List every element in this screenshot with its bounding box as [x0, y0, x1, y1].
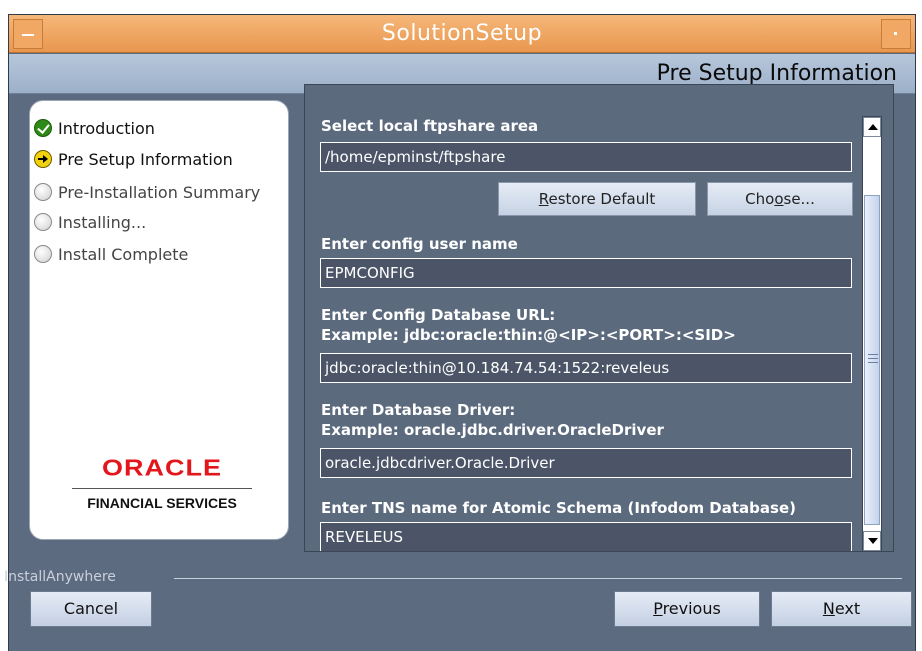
- step-label: Install Complete: [58, 244, 189, 264]
- next-mnemonic: N: [822, 599, 835, 618]
- window-menu-icon[interactable]: [881, 19, 911, 49]
- ftpshare-input[interactable]: /home/epminst/ftpshare: [320, 142, 852, 172]
- db-driver-label: Enter Database Driver:: [321, 401, 516, 419]
- oracle-logo: ORACLE FINANCIAL SERVICES: [72, 453, 252, 511]
- next-label-rest: ext: [834, 599, 861, 618]
- step-label: Introduction: [58, 118, 155, 138]
- scrollbar-thumb[interactable]: [864, 195, 880, 525]
- installanywhere-label: InstallAnywhere: [4, 569, 116, 585]
- db-driver-input[interactable]: oracle.jdbcdriver.Oracle.Driver: [320, 448, 852, 478]
- db-driver-example: Example: oracle.jdbc.driver.OracleDriver: [321, 421, 664, 439]
- footer-divider: [174, 578, 902, 579]
- config-user-input[interactable]: EPMCONFIG: [320, 258, 852, 288]
- previous-label-rest: revious: [662, 599, 721, 618]
- empty-circle-icon: [34, 183, 52, 201]
- step-installing: Installing...: [34, 211, 146, 233]
- grip-line: [868, 358, 878, 359]
- choose-label-pre: Cho: [745, 190, 775, 208]
- config-db-url-example: Example: jdbc:oracle:thin:@<IP>:<PORT>:<…: [321, 326, 736, 344]
- empty-circle-icon: [34, 245, 52, 263]
- previous-mnemonic: P: [653, 599, 663, 618]
- step-pre-installation-summary: Pre-Installation Summary: [34, 181, 260, 203]
- step-label: Pre Setup Information: [58, 149, 233, 169]
- restore-label-rest: estore Default: [548, 190, 656, 208]
- grip-line: [868, 362, 878, 363]
- step-introduction: Introduction: [34, 117, 155, 139]
- cancel-button[interactable]: Cancel: [30, 591, 152, 627]
- steps-panel: Introduction Pre Setup Information Pre-I…: [29, 100, 289, 540]
- step-label: Pre-Installation Summary: [58, 182, 261, 202]
- oracle-wordmark: ORACLE: [102, 455, 222, 481]
- title-bar[interactable]: SolutionSetup: [9, 15, 915, 53]
- ftpshare-label: Select local ftpshare area: [321, 117, 539, 135]
- tns-name-input[interactable]: REVELEUS: [320, 522, 852, 551]
- restore-mnemonic: R: [538, 190, 549, 208]
- oracle-subtitle: FINANCIAL SERVICES: [87, 495, 237, 511]
- config-db-url-input[interactable]: jdbc:oracle:thin@10.184.74.54:1522:revel…: [320, 353, 852, 383]
- step-pre-setup-information: Pre Setup Information: [34, 148, 233, 170]
- form-scroll-area: Select local ftpshare area /home/epminst…: [305, 85, 855, 551]
- choose-label-rest: se...: [783, 190, 815, 208]
- check-icon: [34, 119, 52, 137]
- empty-circle-icon: [34, 213, 52, 231]
- scroll-down-icon[interactable]: [863, 531, 881, 551]
- tns-name-label: Enter TNS name for Atomic Schema (Infodo…: [321, 499, 796, 517]
- next-button[interactable]: Next: [771, 591, 912, 627]
- step-install-complete: Install Complete: [34, 243, 188, 265]
- logo-divider: [72, 488, 252, 489]
- config-user-label: Enter config user name: [321, 235, 518, 253]
- grip-line: [868, 354, 878, 355]
- form-panel: Select local ftpshare area /home/epminst…: [304, 84, 894, 552]
- arrow-right-icon: [34, 150, 52, 168]
- window-title: SolutionSetup: [381, 21, 543, 46]
- step-label: Installing...: [58, 212, 147, 232]
- previous-button[interactable]: Previous: [614, 591, 760, 627]
- restore-default-button[interactable]: Restore Default: [498, 182, 696, 216]
- scroll-up-icon[interactable]: [863, 117, 881, 137]
- choose-button[interactable]: Choose...: [707, 182, 853, 216]
- form-scrollbar[interactable]: [862, 116, 882, 552]
- config-db-url-label: Enter Config Database URL:: [321, 306, 556, 324]
- step-title: Pre Setup Information: [656, 61, 897, 86]
- choose-mnemonic: o: [774, 190, 784, 208]
